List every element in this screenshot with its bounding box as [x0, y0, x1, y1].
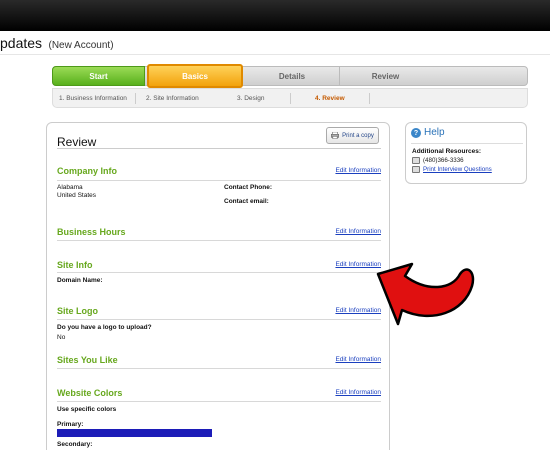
page-title: pdates (New Account)	[0, 35, 114, 53]
review-title-divider	[57, 148, 381, 149]
additional-resources-label: Additional Resources:	[412, 148, 481, 155]
section-divider	[57, 272, 381, 273]
help-phone-row: (480)366-3336	[412, 157, 464, 164]
printer-icon	[331, 132, 340, 139]
secondary-color-label: Secondary:	[57, 441, 93, 448]
print-copy-label: Print a copy	[342, 132, 374, 139]
substep-design[interactable]: 3. Design	[237, 95, 264, 102]
substep-business-information[interactable]: 1. Business Information	[59, 95, 127, 102]
help-print-row: Print Interview Questions	[412, 166, 492, 173]
section-company-info: Company Info Edit Information	[57, 166, 381, 178]
red-arrow-annotation	[376, 262, 475, 326]
company-address-line1: Alabama	[57, 184, 83, 191]
substep-review: 4. Review	[315, 95, 345, 102]
website-colors-title: Website Colors	[57, 388, 123, 398]
edit-company-info-link[interactable]: Edit Information	[335, 167, 381, 174]
wizard-substeps: 1. Business Information 2. Site Informat…	[52, 88, 528, 108]
edit-business-hours-link[interactable]: Edit Information	[335, 228, 381, 235]
edit-website-colors-link[interactable]: Edit Information	[335, 389, 381, 396]
business-hours-title: Business Hours	[57, 227, 126, 237]
step-basics[interactable]: Basics	[147, 64, 243, 88]
help-title: Help	[424, 127, 445, 138]
primary-color-label: Primary:	[57, 421, 84, 428]
edit-sites-you-like-link[interactable]: Edit Information	[335, 356, 381, 363]
section-site-info: Site Info Edit Information	[57, 260, 381, 272]
print-interview-questions-link[interactable]: Print Interview Questions	[423, 166, 492, 173]
page-subtitle: (New Account)	[48, 40, 114, 51]
contact-phone-label: Contact Phone:	[224, 184, 273, 191]
site-info-title: Site Info	[57, 260, 93, 270]
wizard-steps: Start Details Review Basics	[52, 64, 528, 88]
sites-you-like-title: Sites You Like	[57, 355, 118, 365]
substep-divider	[135, 93, 136, 104]
review-panel: Review Print a copy Company Info Edit In…	[46, 122, 390, 450]
help-divider	[411, 143, 523, 144]
section-sites-you-like: Sites You Like Edit Information	[57, 355, 381, 367]
logo-question: Do you have a logo to upload?	[57, 324, 152, 331]
section-divider	[57, 368, 381, 369]
step-review[interactable]: Review	[339, 66, 431, 86]
step-start[interactable]: Start	[52, 66, 145, 86]
section-divider	[57, 240, 381, 241]
section-site-logo: Site Logo Edit Information	[57, 306, 381, 318]
section-website-colors: Website Colors Edit Information	[57, 388, 381, 400]
section-divider	[57, 180, 381, 181]
help-panel: ? Help Additional Resources: (480)366-33…	[405, 122, 527, 184]
company-address-line2: United States	[57, 192, 97, 199]
substep-divider	[369, 93, 370, 104]
top-bar	[0, 0, 550, 31]
substep-site-information[interactable]: 2. Site Information	[146, 95, 199, 102]
help-icon: ?	[411, 128, 421, 138]
print-copy-button[interactable]: Print a copy	[326, 127, 379, 144]
section-business-hours: Business Hours Edit Information	[57, 227, 381, 239]
help-phone: (480)366-3336	[423, 157, 464, 164]
review-title: Review	[57, 135, 97, 149]
printer-icon	[412, 166, 420, 173]
page-title-text: pdates	[0, 35, 43, 51]
company-info-title: Company Info	[57, 166, 117, 176]
colors-option: Use specific colors	[57, 406, 117, 413]
domain-name-label: Domain Name:	[57, 277, 103, 284]
step-details[interactable]: Details	[246, 66, 338, 86]
contact-email-label: Contact email:	[224, 198, 269, 205]
phone-icon	[412, 157, 420, 164]
title-divider	[0, 54, 550, 55]
substep-divider	[290, 93, 291, 104]
section-divider	[57, 319, 381, 320]
primary-color-swatch	[57, 429, 212, 437]
logo-answer: No	[57, 334, 66, 341]
section-divider	[57, 401, 381, 402]
site-logo-title: Site Logo	[57, 306, 98, 316]
